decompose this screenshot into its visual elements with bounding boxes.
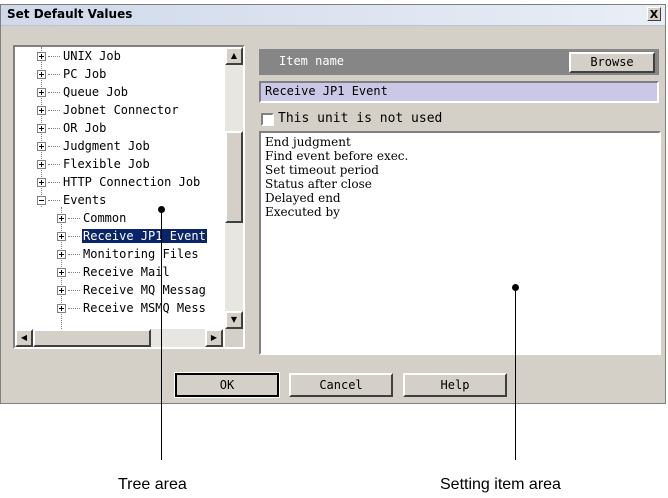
setting-item-area: End judgment Find event before exec. Set…: [259, 131, 661, 355]
scroll-corner: [225, 329, 243, 347]
tree-item-common[interactable]: Common: [57, 209, 127, 227]
expand-icon[interactable]: [57, 214, 66, 223]
tree-item-unix-job[interactable]: UNIX Job: [37, 47, 122, 65]
unit-not-used-label: This unit is not used: [278, 111, 443, 126]
tree-item-receive-msmq-message[interactable]: Receive MSMQ Mess: [57, 299, 207, 317]
help-button[interactable]: Help: [403, 373, 507, 397]
setting-area-callout-line: [515, 288, 516, 460]
setting-item-status-after-close[interactable]: Status after close: [265, 177, 372, 191]
tree-area-callout-line: [161, 210, 162, 460]
expand-icon[interactable]: [37, 106, 46, 115]
item-name-header: Item name Browse: [259, 49, 659, 75]
setting-item-timeout[interactable]: Set timeout period: [265, 163, 379, 177]
setting-item-delayed-end[interactable]: Delayed end: [265, 191, 341, 205]
collapse-icon[interactable]: [37, 196, 46, 205]
scroll-up-icon[interactable]: ▲: [225, 47, 243, 65]
setting-item-area-label: Setting item area: [440, 476, 561, 493]
expand-icon[interactable]: [37, 142, 46, 151]
ok-button[interactable]: OK: [174, 372, 280, 398]
tree-item-receive-jp1-event[interactable]: Receive JP1 Event: [57, 227, 207, 245]
unit-not-used-checkbox[interactable]: [261, 113, 274, 126]
item-name-field[interactable]: Receive JP1 Event: [259, 81, 659, 103]
vertical-scroll-thumb[interactable]: [225, 131, 243, 223]
tree-item-pc-job[interactable]: PC Job: [37, 65, 107, 83]
expand-icon[interactable]: [57, 304, 66, 313]
expand-icon[interactable]: [37, 178, 46, 187]
item-name-label: Item name: [279, 54, 345, 68]
tree-item-flexible-job[interactable]: Flexible Job: [37, 155, 151, 173]
tree-area: UNIX Job PC Job Queue Job Jobnet Connect…: [13, 45, 245, 349]
tree-item-events[interactable]: Events: [37, 191, 107, 209]
cancel-button[interactable]: Cancel: [289, 373, 393, 397]
tree-area-label: Tree area: [118, 476, 187, 493]
tree-horizontal-scrollbar[interactable]: ◀ ▶: [15, 329, 223, 347]
setting-item-find-event[interactable]: Find event before exec.: [265, 149, 408, 163]
scroll-down-icon[interactable]: ▼: [225, 311, 243, 329]
expand-icon[interactable]: [37, 70, 46, 79]
expand-icon[interactable]: [57, 232, 66, 241]
expand-icon[interactable]: [57, 268, 66, 277]
setting-item-end-judgment[interactable]: End judgment: [265, 135, 351, 149]
expand-icon[interactable]: [57, 250, 66, 259]
tree-item-receive-mq-message[interactable]: Receive MQ Messag: [57, 281, 207, 299]
tree-item-receive-mail[interactable]: Receive Mail: [57, 263, 171, 281]
tree-item-http-connection-job[interactable]: HTTP Connection Job: [37, 173, 201, 191]
expand-icon[interactable]: [57, 286, 66, 295]
expand-icon[interactable]: [37, 88, 46, 97]
title-bar: Set Default Values X: [1, 5, 665, 26]
scroll-right-icon[interactable]: ▶: [205, 329, 223, 347]
expand-icon[interactable]: [37, 124, 46, 133]
expand-icon[interactable]: [37, 160, 46, 169]
tree-viewport: UNIX Job PC Job Queue Job Jobnet Connect…: [15, 47, 223, 329]
set-default-values-dialog: Set Default Values X UNIX Job PC Job Que…: [0, 4, 666, 404]
browse-button[interactable]: Browse: [569, 52, 655, 73]
horizontal-scroll-thumb[interactable]: [33, 329, 151, 347]
scroll-left-icon[interactable]: ◀: [15, 329, 33, 347]
expand-icon[interactable]: [37, 52, 46, 61]
setting-item-executed-by[interactable]: Executed by: [265, 205, 340, 219]
tree-item-queue-job[interactable]: Queue Job: [37, 83, 129, 101]
tree-item-monitoring-files[interactable]: Monitoring Files: [57, 245, 200, 263]
tree-vertical-scrollbar[interactable]: ▲ ▼: [225, 47, 243, 329]
tree-item-or-job[interactable]: OR Job: [37, 119, 107, 137]
tree-item-judgment-job[interactable]: Judgment Job: [37, 137, 151, 155]
tree-item-jobnet-connector[interactable]: Jobnet Connector: [37, 101, 180, 119]
close-button[interactable]: X: [647, 7, 661, 21]
dialog-title: Set Default Values: [7, 7, 133, 21]
